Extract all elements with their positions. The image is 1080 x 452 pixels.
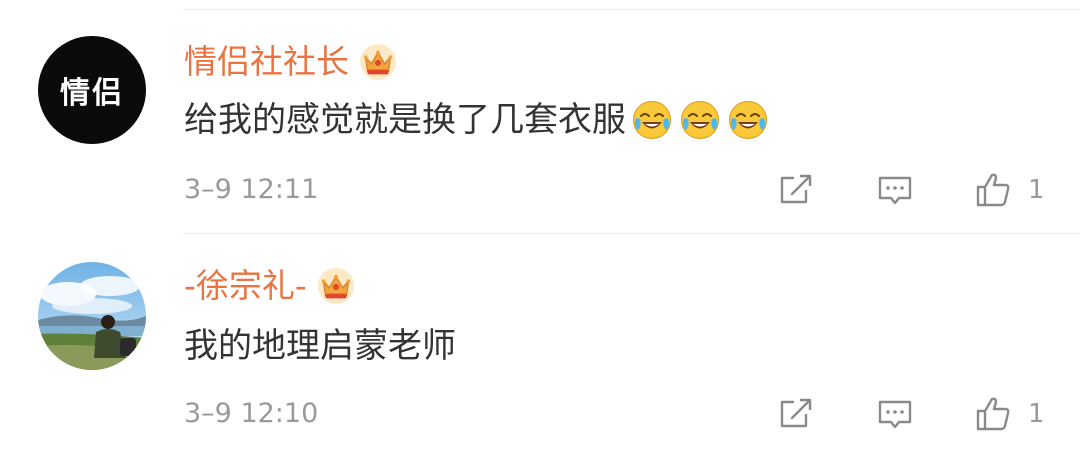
comment-item: -徐宗礼- 我的地理启蒙老师 3–9 12:10 1 [0, 0, 1080, 452]
comment-text: 我的地理启蒙老师 [184, 326, 456, 366]
thumbs-up-icon[interactable] [973, 394, 1013, 434]
username-row: -徐宗礼- [184, 266, 355, 306]
username[interactable]: -徐宗礼- [184, 266, 307, 306]
timestamp: 3–9 12:10 [184, 398, 319, 429]
avatar[interactable] [38, 262, 146, 370]
crown-vip-icon [317, 267, 355, 305]
comment-text-row: 我的地理启蒙老师 [184, 324, 456, 368]
avatar-photo [38, 262, 146, 370]
share-icon[interactable] [776, 394, 816, 434]
like-count: 1 [1028, 399, 1045, 429]
comment-icon[interactable] [875, 394, 915, 434]
